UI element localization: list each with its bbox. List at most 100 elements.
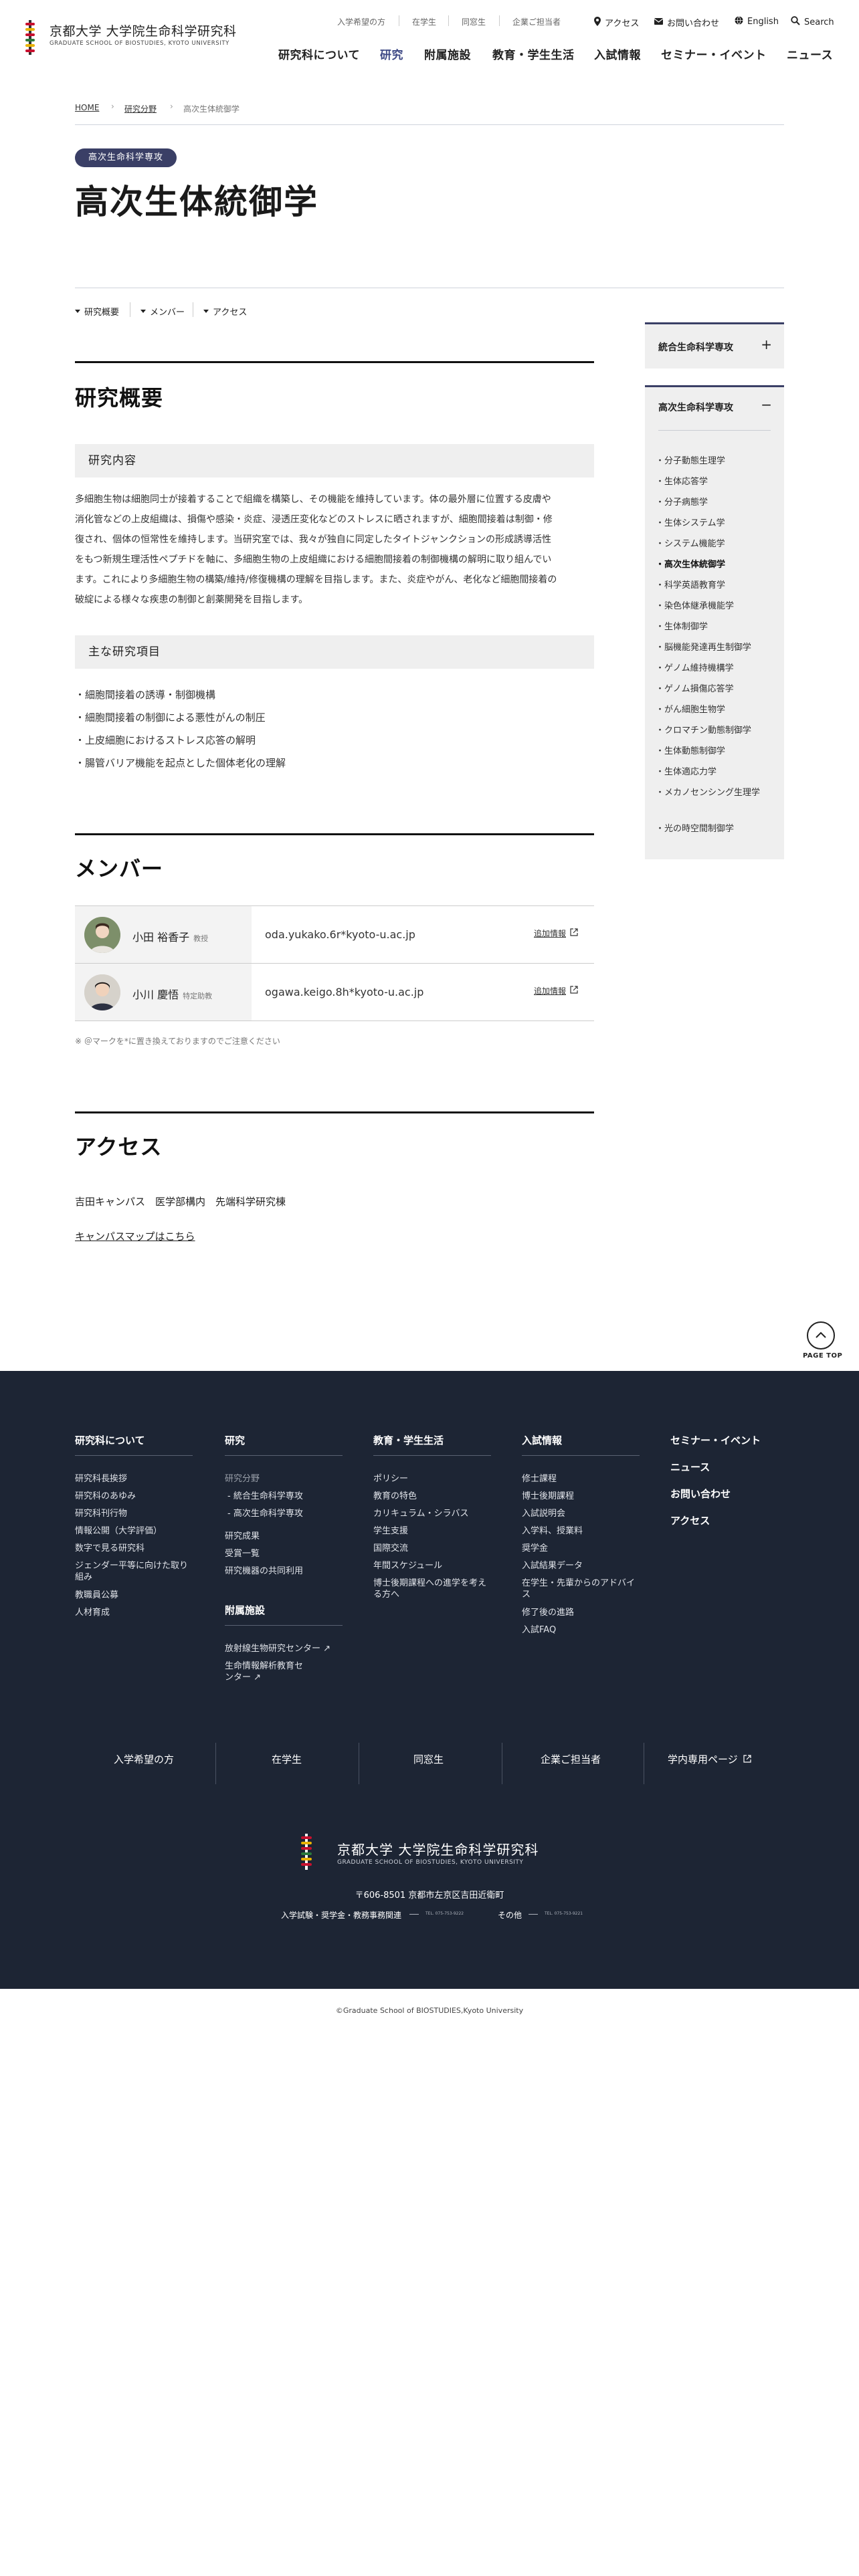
- side-item[interactable]: 染色体継承機能学: [664, 601, 775, 612]
- footer-heading[interactable]: 教育・学生生活: [373, 1433, 491, 1456]
- footer-link[interactable]: ポリシー: [373, 1473, 408, 1485]
- footer-link[interactable]: 修士課程: [522, 1473, 557, 1485]
- side-item[interactable]: 分子動態生理学: [664, 456, 775, 467]
- footer-solo-link[interactable]: お問い合わせ: [670, 1487, 731, 1501]
- footer-link[interactable]: 在学生・先輩からのアドバイス: [522, 1578, 640, 1600]
- util-link-companies[interactable]: 企業ご担当者: [512, 16, 561, 27]
- footer-audience-alumni[interactable]: 同窓生: [413, 1752, 444, 1766]
- footer-link[interactable]: 放射線生物研究センター ↗: [225, 1643, 330, 1654]
- footer-link[interactable]: 受賞一覧: [225, 1548, 260, 1560]
- footer-heading[interactable]: 研究: [225, 1433, 343, 1456]
- gnav-admissions[interactable]: 入試情報: [594, 45, 641, 62]
- anchor-members[interactable]: メンバー: [140, 305, 185, 318]
- gnav-education[interactable]: 教育・学生生活: [492, 45, 575, 62]
- side-item[interactable]: 科学英語教育学: [664, 580, 775, 591]
- contact-link[interactable]: お問い合わせ: [654, 16, 719, 29]
- footer-sublink[interactable]: - 高次生命科学専攻: [227, 1508, 303, 1519]
- footer-audience-students[interactable]: 在学生: [272, 1752, 302, 1766]
- side-item-active[interactable]: 高次生体統御学: [664, 560, 775, 570]
- side-item[interactable]: がん細胞生物学: [664, 705, 775, 716]
- util-link-alumni[interactable]: 同窓生: [462, 16, 486, 27]
- page-top-button[interactable]: [807, 1321, 835, 1350]
- anchor-access[interactable]: アクセス: [203, 305, 247, 318]
- side-item[interactable]: クロマチン動態制御学: [664, 726, 775, 736]
- page-title: 高次生体統御学: [75, 182, 318, 221]
- side-item[interactable]: 分子病態学: [664, 498, 775, 508]
- side-item[interactable]: 脳機能発達再生制御学: [664, 643, 775, 653]
- footer-link[interactable]: 教育の特色: [373, 1491, 417, 1502]
- footer-link[interactable]: 入試FAQ: [522, 1624, 556, 1636]
- footer-link[interactable]: 研究科のあゆみ: [75, 1491, 136, 1502]
- util-link-prospective[interactable]: 入学希望の方: [337, 16, 385, 27]
- footer-link[interactable]: 博士後期課程への進学を考える方へ: [373, 1578, 488, 1600]
- side-item[interactable]: メカノセンシング生理学: [664, 788, 775, 798]
- footer-link[interactable]: 研究科長挨拶: [75, 1473, 127, 1485]
- footer-link[interactable]: 研究機器の共同利用: [225, 1566, 303, 1577]
- side-item[interactable]: 生体動態制御学: [664, 746, 775, 757]
- site-logo-jp[interactable]: 京都大学 大学院生命科学研究科: [50, 21, 237, 39]
- footer-link[interactable]: 情報公開（大学評価）: [75, 1525, 162, 1537]
- footer-solo-link[interactable]: アクセス: [670, 1513, 710, 1527]
- footer-link[interactable]: 人材育成: [75, 1607, 110, 1618]
- breadcrumb-current: 高次生体統御学: [183, 104, 240, 114]
- external-link-icon: [570, 986, 578, 996]
- footer-heading[interactable]: 附属施設: [225, 1603, 343, 1626]
- member-detail-link[interactable]: 追加情報: [534, 985, 578, 996]
- side-item[interactable]: 生体制御学: [664, 622, 775, 633]
- footer-link[interactable]: 修了後の進路: [522, 1607, 574, 1618]
- side-item[interactable]: 生体応答学: [664, 477, 775, 488]
- gnav-research[interactable]: 研究: [380, 45, 403, 62]
- footer-intranet-link[interactable]: 学内専用ページ: [668, 1752, 751, 1766]
- footer-link[interactable]: 国際交流: [373, 1543, 408, 1554]
- minus-icon[interactable]: −: [761, 397, 772, 413]
- footer-logo-mark-icon[interactable]: [300, 1834, 313, 1876]
- footer-solo-link[interactable]: ニュース: [670, 1460, 710, 1474]
- footer-heading[interactable]: 研究科について: [75, 1433, 193, 1456]
- gnav-facilities[interactable]: 附属施設: [424, 45, 471, 62]
- footer-link[interactable]: 入試結果データ: [522, 1560, 583, 1572]
- footer-link[interactable]: 生命情報解析教育センター ↗: [225, 1660, 305, 1683]
- footer-link[interactable]: 奨学金: [522, 1543, 548, 1554]
- util-link-students[interactable]: 在学生: [412, 16, 436, 27]
- side-item[interactable]: 生体適応力学: [664, 767, 775, 778]
- side-item[interactable]: 生体システム学: [664, 518, 775, 529]
- footer-heading[interactable]: 入試情報: [522, 1433, 640, 1456]
- breadcrumb-home[interactable]: HOME: [75, 103, 99, 112]
- footer-link[interactable]: 教職員公募: [75, 1590, 118, 1601]
- member-detail-link[interactable]: 追加情報: [534, 928, 578, 939]
- footer-link[interactable]: ジェンダー平等に向けた取り組み: [75, 1560, 190, 1583]
- anchor-overview[interactable]: 研究概要: [75, 305, 119, 318]
- breadcrumb-research-fields[interactable]: 研究分野: [124, 103, 157, 114]
- footer-link[interactable]: 研究分野: [225, 1473, 260, 1485]
- footer-logo-jp[interactable]: 京都大学 大学院生命科学研究科: [337, 1839, 539, 1858]
- side-item[interactable]: 光の時空間制御学: [664, 824, 775, 835]
- gnav-news[interactable]: ニュース: [787, 45, 833, 62]
- logo-mark-icon[interactable]: [24, 20, 36, 55]
- footer-link[interactable]: カリキュラム・シラバス: [373, 1508, 468, 1519]
- access-link[interactable]: アクセス: [594, 16, 639, 29]
- footer-link[interactable]: 博士後期課程: [522, 1491, 574, 1502]
- footer-tel: TEL. 075-753-9221: [545, 1911, 583, 1916]
- search-link[interactable]: Search: [791, 16, 834, 28]
- footer-audience-prospective[interactable]: 入学希望の方: [114, 1752, 174, 1766]
- gnav-seminars[interactable]: セミナー・イベント: [661, 45, 767, 62]
- footer-link[interactable]: 研究成果: [225, 1531, 260, 1542]
- side-item[interactable]: ゲノム損傷応答学: [664, 684, 775, 695]
- side-item[interactable]: ゲノム維持機構学: [664, 663, 775, 674]
- footer-link[interactable]: 年間スケジュール: [373, 1560, 442, 1572]
- footer-link[interactable]: 入学料、授業料: [522, 1525, 583, 1537]
- english-link[interactable]: English: [735, 16, 779, 27]
- footer-link[interactable]: 入試説明会: [522, 1508, 565, 1519]
- campus-map-link[interactable]: キャンパスマップはこちら: [75, 1229, 195, 1243]
- footer-sublink[interactable]: - 統合生命科学専攻: [227, 1491, 303, 1502]
- gnav-about[interactable]: 研究科について: [278, 45, 360, 62]
- side-item[interactable]: システム機能学: [664, 539, 775, 550]
- side-group-integrated[interactable]: 統合生命科学専攻 +: [645, 324, 784, 368]
- side-group-heading[interactable]: 高次生命科学専攻: [658, 401, 733, 414]
- footer-link[interactable]: 研究科刊行物: [75, 1508, 127, 1519]
- footer-link[interactable]: 数字で見る研究科: [75, 1543, 145, 1554]
- footer-audience-companies[interactable]: 企業ご担当者: [541, 1752, 601, 1766]
- footer-solo-link[interactable]: セミナー・イベント: [670, 1433, 761, 1447]
- footer-link[interactable]: 学生支援: [373, 1525, 408, 1537]
- footer-dash: [529, 1914, 538, 1915]
